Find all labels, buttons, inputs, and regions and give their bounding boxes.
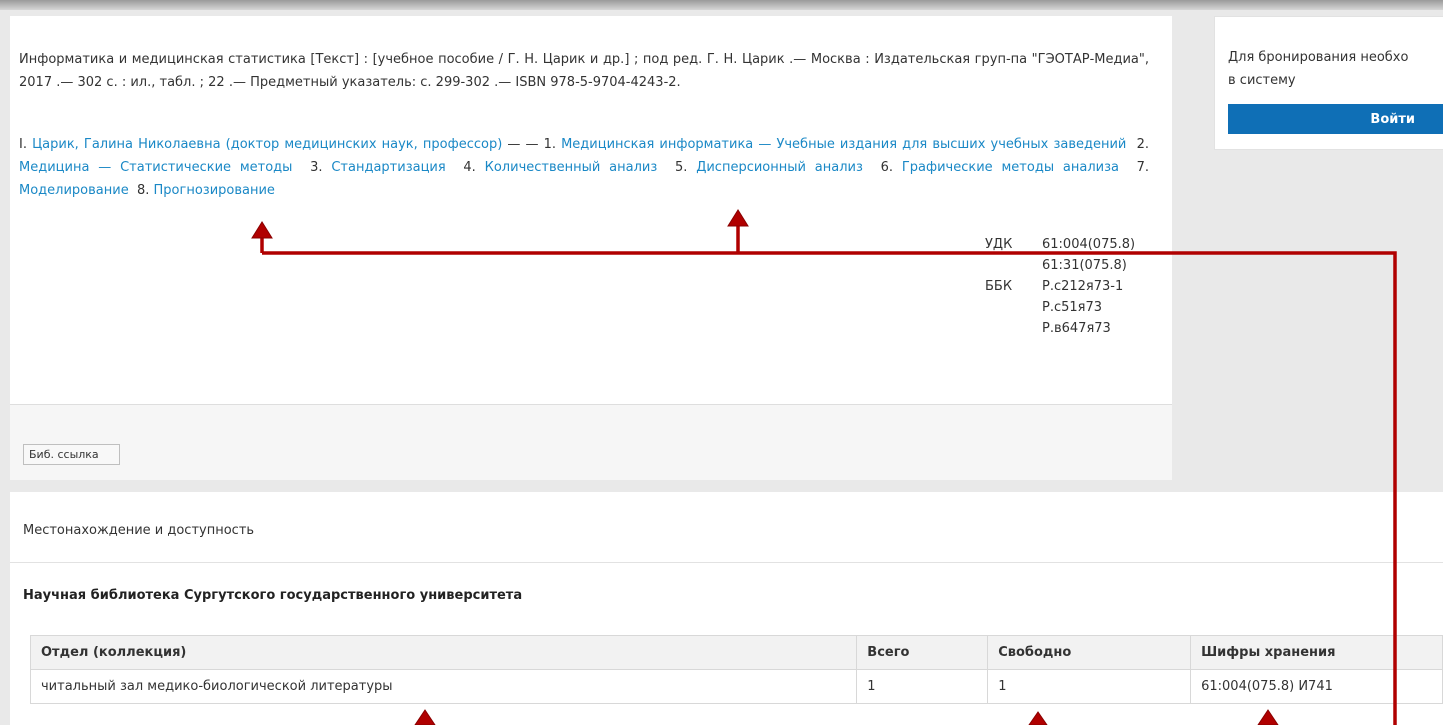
classification-row: Р.с51я73 — [985, 297, 1135, 318]
subject-num: 8. — [136, 183, 154, 198]
subject-link[interactable]: Медицинская информатика — Учебные издани… — [561, 137, 1126, 152]
subject-link[interactable]: Стандартизация — [331, 160, 445, 175]
bib-link-button[interactable]: Биб. ссылка — [23, 444, 120, 465]
author-link[interactable]: Царик, Галина Николаевна (доктор медицин… — [32, 137, 502, 152]
table-row: читальный зал медико-биологической литер… — [29, 669, 1443, 704]
author-prefix: I. — [19, 137, 33, 152]
column-header-department: Отдел (коллекция) — [29, 635, 858, 670]
classification-label — [985, 255, 1042, 276]
login-message: Для бронирования необхо в систему — [1228, 46, 1443, 92]
window-top-shadow — [0, 0, 1443, 10]
classification-value: 61:004(075.8) — [1042, 237, 1136, 252]
subject-num: 5. — [674, 160, 697, 175]
login-message-line: в систему — [1228, 73, 1296, 88]
library-name: Научная библиотека Сургутского государст… — [23, 588, 523, 603]
column-header-available: Свободно — [987, 635, 1192, 670]
classification-row: 61:31(075.8) — [985, 255, 1135, 276]
author-separator: — — — [502, 137, 544, 152]
subject-link[interactable]: Графические методы анализа — [902, 160, 1119, 175]
classification-row: ББК Р.с212я73-1 — [985, 276, 1135, 297]
subject-num: 7. — [1136, 160, 1150, 175]
classification-row: УДК 61:004(075.8) — [985, 234, 1135, 255]
classification-label: ББК — [985, 279, 1013, 294]
section-divider — [10, 562, 1443, 563]
subject-num: 2. — [1136, 137, 1149, 152]
table-cell: 61:004(075.8) И741 — [1190, 669, 1443, 704]
subject-num: 4. — [463, 160, 485, 175]
column-header-total: Всего — [856, 635, 989, 670]
subject-num: 3. — [310, 160, 332, 175]
classification-codes: УДК 61:004(075.8) 61:31(075.8) ББК Р.с212я… — [985, 234, 1135, 339]
login-button[interactable]: Войти — [1228, 104, 1443, 134]
subject-headings: I. Царик, Галина Николаевна (доктор меди… — [19, 133, 1149, 202]
table-cell: читальный зал медико-биологической литер… — [29, 669, 858, 704]
table-cell: 1 — [987, 669, 1192, 704]
classification-value: Р.в647я73 — [1042, 321, 1111, 336]
subject-link[interactable]: Медицина — Статистические методы — [19, 160, 292, 175]
classification-value: Р.с51я73 — [1042, 300, 1103, 315]
subject-num: 1. — [543, 137, 562, 152]
column-header-shelfmark: Шифры хранения — [1190, 635, 1443, 670]
record-footer — [10, 404, 1172, 480]
table-header-row: Отдел (коллекция) Всего Свободно Шифры х… — [29, 635, 1443, 670]
subject-link[interactable]: Количественный анализ — [485, 160, 658, 175]
classification-label: УДК — [985, 237, 1013, 252]
login-message-line: Для бронирования необхо — [1228, 50, 1409, 65]
subject-num: 6. — [880, 160, 902, 175]
classification-label — [985, 297, 1042, 318]
bibliographic-description: Информатика и медицинская статистика [Те… — [19, 52, 1149, 90]
subject-link[interactable]: Прогнозирование — [154, 183, 275, 198]
classification-value: 61:31(075.8) — [1042, 258, 1127, 273]
holdings-table: Отдел (коллекция) Всего Свободно Шифры х… — [29, 635, 1443, 704]
subject-link[interactable]: Дисперсионный анализ — [696, 160, 863, 175]
classification-value: Р.с212я73-1 — [1042, 279, 1124, 294]
table-cell: 1 — [856, 669, 989, 704]
subject-link[interactable]: Моделирование — [19, 183, 129, 198]
classification-row: Р.в647я73 — [985, 318, 1135, 339]
classification-label — [985, 318, 1042, 339]
location-section-title: Местонахождение и доступность — [23, 523, 255, 538]
